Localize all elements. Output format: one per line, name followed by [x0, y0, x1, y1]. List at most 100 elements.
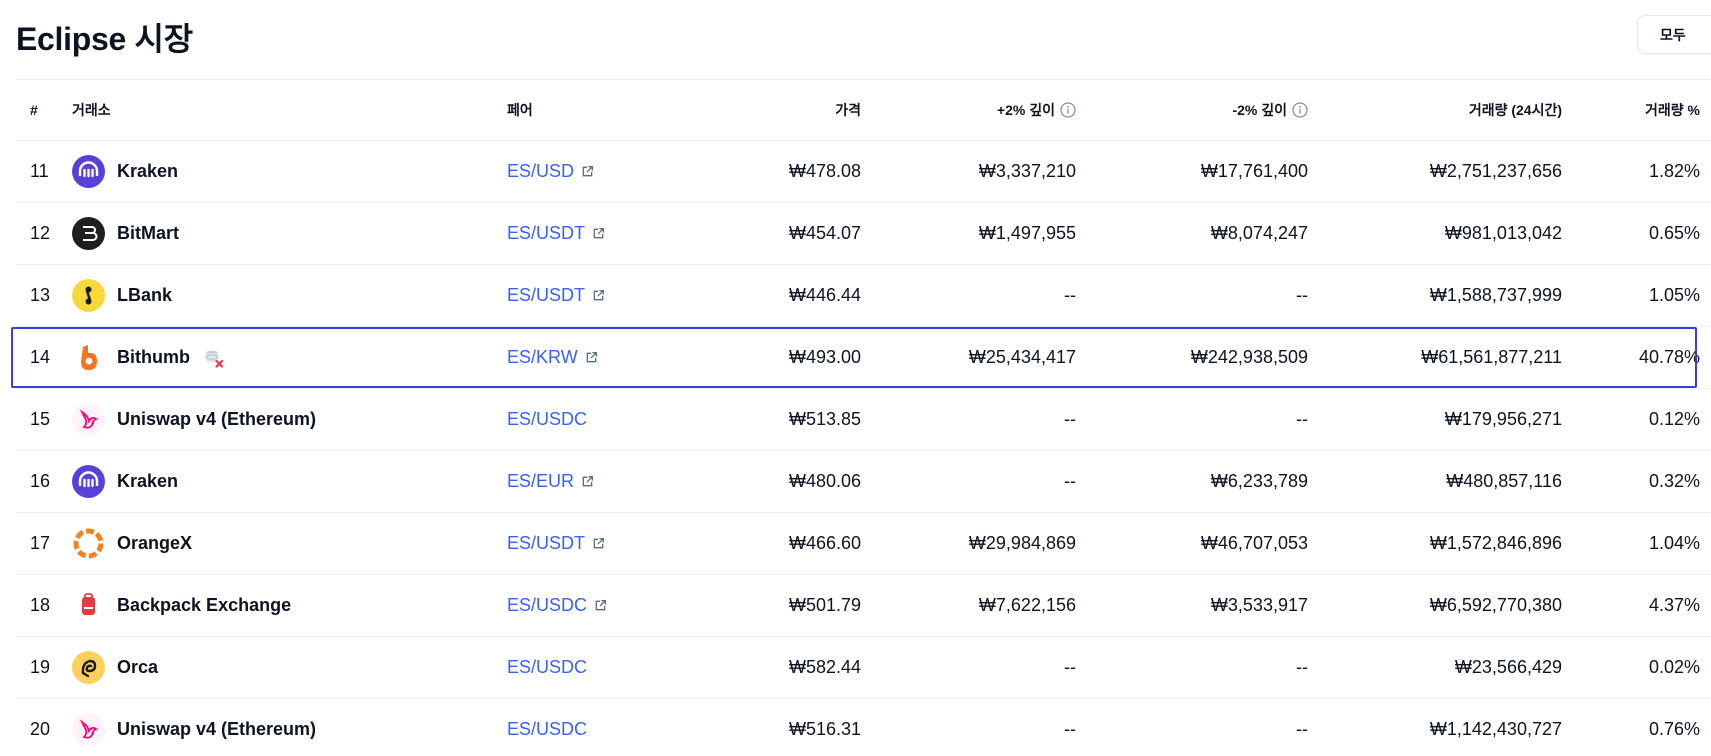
depth-plus-cell: -- [1064, 657, 1076, 677]
rank-cell: 13 [30, 285, 51, 305]
pair-cell[interactable]: ES/USDC [507, 637, 587, 698]
header-volume[interactable]: 거래량 (24시간) [1469, 80, 1562, 140]
pair-link[interactable]: ES/USDC [507, 719, 587, 740]
pair-link[interactable]: ES/USDC [507, 409, 587, 430]
pair-link[interactable]: ES/USDC [507, 595, 607, 616]
exchange-cell[interactable]: Kraken [72, 141, 178, 202]
markets-table: # 거래소 페어 가격 +2% 깊이 -2% 깊이 거래량 (24시간) 거래량… [11, 79, 1711, 756]
header-volume-pct[interactable]: 거래량 % [1645, 80, 1700, 140]
depth-plus-cell: ₩29,984,869 [968, 533, 1076, 553]
exchange-cell[interactable]: Uniswap v4 (Ethereum) [72, 389, 316, 450]
volume-pct-cell: 0.65% [1648, 223, 1700, 243]
volume-pct-cell: 4.37% [1648, 595, 1700, 615]
header-rank[interactable]: # [30, 80, 38, 140]
exchange-name[interactable]: Kraken [117, 161, 178, 182]
info-icon[interactable] [1060, 102, 1076, 118]
rank-cell: 20 [30, 719, 51, 739]
exchange-cell[interactable]: Uniswap v4 (Ethereum) [72, 699, 316, 756]
exchange-cell[interactable]: BitMart [72, 203, 179, 264]
pair-link[interactable]: ES/USD [507, 161, 594, 182]
pair-cell[interactable]: ES/USDT [507, 265, 605, 326]
pair-cell[interactable]: ES/USDC [507, 389, 587, 450]
table-row[interactable]: 17 OrangeX ES/USDT ₩466.60 ₩29,984,869 ₩… [16, 513, 1711, 575]
header-depth-plus-label: +2% 깊이 [996, 102, 1055, 118]
volume-cell: ₩2,751,237,656 [1429, 161, 1562, 181]
exchange-name[interactable]: Orca [117, 657, 158, 678]
pair-link[interactable]: ES/USDT [507, 533, 605, 554]
table-row[interactable]: 18 Backpack Exchange ES/USDC ₩501.79 ₩7,… [16, 575, 1711, 637]
depth-minus-cell: ₩46,707,053 [1200, 533, 1308, 553]
orca-logo-icon [72, 651, 105, 684]
exchange-name[interactable]: Backpack Exchange [117, 595, 291, 616]
filter-all-button[interactable]: 모두 [1637, 15, 1711, 54]
exchange-cell[interactable]: Orca [72, 637, 158, 698]
volume-pct-cell: 0.12% [1648, 409, 1700, 429]
volume-pct-cell: 1.82% [1648, 161, 1700, 181]
price-cell: ₩454.07 [788, 223, 861, 243]
table-row[interactable]: 16 Kraken ES/EUR ₩480.06 -- ₩6,233,789 ₩… [16, 451, 1711, 513]
exchange-name[interactable]: Uniswap v4 (Ethereum) [117, 719, 316, 740]
depth-minus-cell: -- [1296, 657, 1308, 677]
header-pair[interactable]: 페어 [507, 80, 533, 140]
exchange-name[interactable]: OrangeX [117, 533, 192, 554]
table-row[interactable]: 13 LBank ES/USDT ₩446.44 -- -- ₩1,588,73… [16, 265, 1711, 327]
depth-minus-cell: -- [1296, 285, 1308, 305]
depth-minus-cell: ₩8,074,247 [1210, 223, 1308, 243]
pair-link[interactable]: ES/USDT [507, 223, 605, 244]
exchange-cell[interactable]: Backpack Exchange [72, 575, 291, 636]
pair-cell[interactable]: ES/USDT [507, 203, 605, 264]
header-depth-minus[interactable]: -2% 깊이 [1232, 80, 1308, 140]
header-price[interactable]: 가격 [835, 80, 861, 140]
table-row[interactable]: 15 Uniswap v4 (Ethereum) ES/USDC ₩513.85… [16, 389, 1711, 451]
price-cell: ₩493.00 [788, 347, 861, 367]
exchange-cell[interactable]: Kraken [72, 451, 178, 512]
volume-cell: ₩6,592,770,380 [1429, 595, 1562, 615]
volume-cell: ₩61,561,877,211 [1421, 347, 1562, 367]
header-exchange[interactable]: 거래소 [72, 80, 111, 140]
table-row[interactable]: 12 BitMart ES/USDT ₩454.07 ₩1,497,955 ₩8… [16, 203, 1711, 265]
rank-cell: 18 [30, 595, 51, 615]
depth-plus-cell: ₩1,497,955 [978, 223, 1076, 243]
exchange-name[interactable]: BitMart [117, 223, 179, 244]
pair-link[interactable]: ES/USDC [507, 657, 587, 678]
kraken-logo-icon [72, 155, 105, 188]
kraken-logo-icon [72, 465, 105, 498]
depth-plus-cell: ₩3,337,210 [978, 161, 1076, 181]
header-depth-plus[interactable]: +2% 깊이 [997, 80, 1076, 140]
exchange-name[interactable]: Kraken [117, 471, 178, 492]
info-icon[interactable] [1292, 102, 1308, 118]
pair-label: ES/USDT [507, 285, 586, 305]
volume-cell: ₩1,142,430,727 [1429, 719, 1562, 739]
exchange-name[interactable]: LBank [117, 285, 172, 306]
depth-minus-cell: ₩17,761,400 [1200, 161, 1308, 181]
pair-cell[interactable]: ES/USDT [507, 513, 605, 574]
table-row[interactable]: 11 Kraken ES/USD ₩478.08 ₩3,337,210 ₩17,… [16, 141, 1711, 203]
depth-minus-cell: ₩242,938,509 [1190, 347, 1308, 367]
pair-cell[interactable]: ES/USDC [507, 699, 587, 756]
pair-cell[interactable]: ES/KRW [507, 327, 598, 388]
table-row[interactable]: 14 Bithumb ES/KRW ₩493.00 ₩25,434,417 ₩2… [11, 327, 1711, 389]
pair-label: ES/USD [507, 161, 575, 181]
uniswap-logo-icon [72, 403, 105, 436]
header-depth-minus-label: -2% 깊이 [1232, 102, 1287, 118]
pair-cell[interactable]: ES/EUR [507, 451, 594, 512]
exchange-cell[interactable]: OrangeX [72, 513, 192, 574]
rank-cell: 16 [30, 471, 51, 491]
pair-link[interactable]: ES/KRW [507, 347, 598, 368]
exchange-cell[interactable]: LBank [72, 265, 172, 326]
excluded-data-icon[interactable] [204, 348, 224, 368]
pair-cell[interactable]: ES/USDC [507, 575, 607, 636]
pair-link[interactable]: ES/USDT [507, 285, 605, 306]
exchange-name[interactable]: Uniswap v4 (Ethereum) [117, 409, 316, 430]
exchange-name[interactable]: Bithumb [117, 347, 190, 368]
pair-cell[interactable]: ES/USD [507, 141, 594, 202]
exchange-cell[interactable]: Bithumb [72, 327, 224, 388]
page: Eclipse 시장 모두 # 거래소 페어 가격 +2% 깊이 -2% 깊이 … [0, 0, 1711, 756]
external-link-icon [581, 165, 594, 178]
table-row[interactable]: 19 Orca ES/USDC ₩582.44 -- -- ₩23,566,42… [16, 637, 1711, 699]
pair-label: ES/EUR [507, 471, 575, 491]
table-row[interactable]: 20 Uniswap v4 (Ethereum) ES/USDC ₩516.31… [16, 699, 1711, 756]
pair-link[interactable]: ES/EUR [507, 471, 594, 492]
volume-pct-cell: 1.04% [1648, 533, 1700, 553]
external-link-icon [592, 289, 605, 302]
